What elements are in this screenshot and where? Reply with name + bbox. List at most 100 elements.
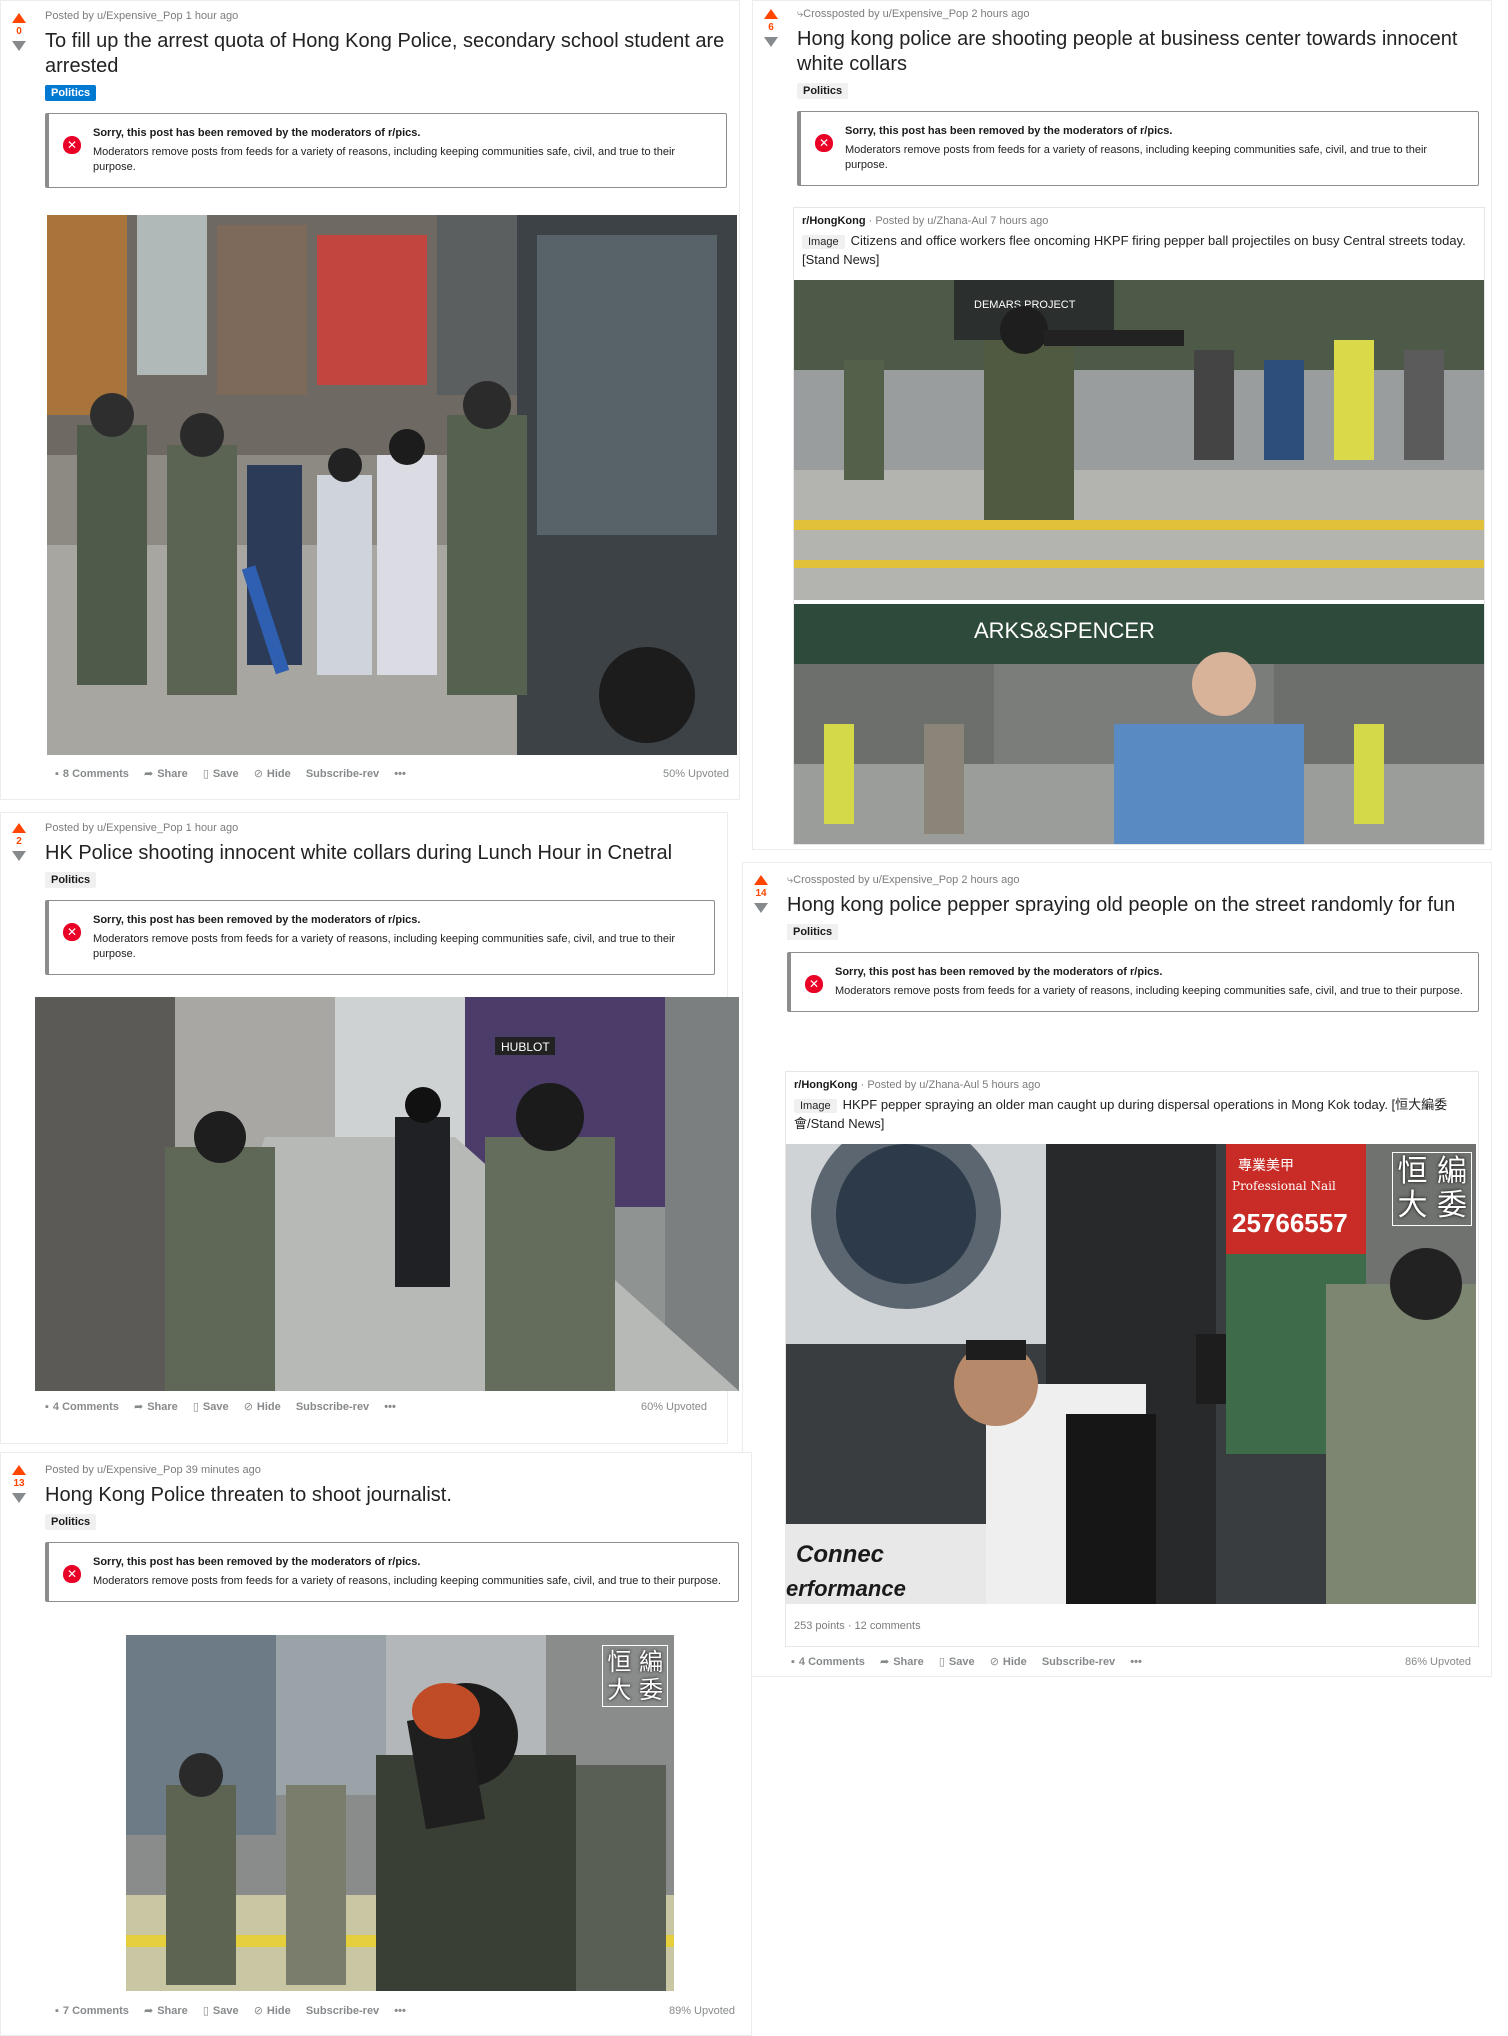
subscribe-button[interactable]: Subscribe-rev <box>306 2001 379 2021</box>
share-button[interactable]: ➦ Share <box>880 1652 924 1672</box>
post-flair[interactable]: Politics <box>45 1514 97 1530</box>
post-flair[interactable]: Politics <box>45 872 97 888</box>
downvote-icon[interactable] <box>12 1493 26 1503</box>
post-flair[interactable]: Politics <box>797 83 849 99</box>
crosspost-image-bottom[interactable]: ARKS&SPENCER <box>794 604 1484 844</box>
sign-text: Professional Nail <box>1232 1179 1336 1193</box>
post-meta[interactable]: Posted by u/Expensive_Pop 1 hour ago <box>45 821 715 835</box>
comment-icon: ▪ <box>55 2005 59 2017</box>
comments-button[interactable]: ▪ 7 Comments <box>55 2001 129 2021</box>
crosspost-meta: r/HongKong · Posted by u/Zhana-Aul 5 hou… <box>794 1079 1041 1091</box>
post-flair[interactable]: Politics <box>45 85 97 101</box>
comments-button[interactable]: ▪ 4 Comments <box>45 1397 119 1417</box>
post-title[interactable]: To fill up the arrest quota of Hong Kong… <box>45 29 727 79</box>
removed-notice-title: Sorry, this post has been removed by the… <box>835 966 1163 978</box>
removed-shield-icon: ✕ <box>805 975 823 993</box>
post-card: 0 Posted by u/Expensive_Pop 1 hour ago T… <box>0 0 740 800</box>
crosspost-embed[interactable]: r/HongKong · Posted by u/Zhana-Aul 5 hou… <box>785 1071 1479 1647</box>
post-title[interactable]: HK Police shooting innocent white collar… <box>45 841 715 866</box>
post-image[interactable] <box>47 215 737 755</box>
share-icon: ➦ <box>134 1401 144 1413</box>
removed-notice-text: Moderators remove posts from feeds for a… <box>835 985 1463 997</box>
post-meta[interactable]: ⤷Crossposted by u/Expensive_Pop 2 hours … <box>787 873 1479 887</box>
removed-notice: ✕ Sorry, this post has been removed by t… <box>45 113 727 188</box>
subscribe-button[interactable]: Subscribe-rev <box>306 764 379 784</box>
downvote-icon[interactable] <box>12 851 26 861</box>
post-flair[interactable]: Politics <box>787 924 839 940</box>
post-image[interactable]: 恒 編大 委 <box>126 1635 674 1991</box>
vote-column: 13 <box>1 1453 37 1503</box>
removed-notice-title: Sorry, this post has been removed by the… <box>93 127 421 139</box>
hide-button[interactable]: ⊘ Hide <box>254 2001 291 2021</box>
upvote-ratio: 60% Upvoted <box>640 1401 707 1413</box>
removed-notice: ✕ Sorry, this post has been removed by t… <box>797 111 1479 186</box>
downvote-icon[interactable] <box>754 903 768 913</box>
subscribe-button[interactable]: Subscribe-rev <box>1042 1652 1115 1672</box>
comments-button[interactable]: ▪ 4 Comments <box>791 1652 865 1672</box>
downvote-icon[interactable] <box>764 37 778 47</box>
crosspost-title[interactable]: Image HKPF pepper spraying an older man c… <box>786 1096 1478 1132</box>
crosspost-title[interactable]: Image Citizens and office workers flee on… <box>794 232 1484 268</box>
downvote-icon[interactable] <box>12 41 26 51</box>
crosspost-stats: 253 points · 12 comments <box>794 1620 921 1632</box>
upvote-ratio: 50% Upvoted <box>662 768 729 780</box>
upvote-icon[interactable] <box>12 1465 26 1475</box>
more-options-button[interactable]: ••• <box>384 1397 396 1417</box>
photo-store-sign: ARKS&SPENCER <box>974 618 1155 643</box>
removed-notice: ✕ Sorry, this post has been removed by t… <box>45 1542 739 1602</box>
post-actions: ▪ 8 Comments ➦ Share ▯ Save ⊘ Hide Subscribe… <box>55 764 729 784</box>
more-options-button[interactable]: ••• <box>394 764 406 784</box>
upvote-icon[interactable] <box>764 9 778 19</box>
removed-notice-text: Moderators remove posts from feeds for a… <box>93 1575 721 1587</box>
upvote-icon[interactable] <box>12 13 26 23</box>
share-button[interactable]: ➦ Share <box>144 764 188 784</box>
hide-icon: ⊘ <box>253 2005 263 2017</box>
post-title[interactable]: Hong kong police are shooting people at … <box>797 27 1479 77</box>
bookmark-icon: ▯ <box>192 1401 199 1413</box>
removed-notice: ✕ Sorry, this post has been removed by t… <box>45 900 715 975</box>
crosspost-embed[interactable]: r/HongKong · Posted by u/Zhana-Aul 7 hou… <box>793 207 1485 845</box>
crosspost-image-top[interactable]: DEMARS PROJECT <box>794 280 1484 600</box>
crosspost-tag: Image <box>802 235 845 249</box>
subscribe-button[interactable]: Subscribe-rev <box>296 1397 369 1417</box>
share-icon: ➦ <box>144 2005 154 2017</box>
share-button[interactable]: ➦ Share <box>134 1397 178 1417</box>
post-card: 14 ⤷Crossposted by u/Expensive_Pop 2 hou… <box>742 862 1492 1677</box>
comments-button[interactable]: ▪ 8 Comments <box>55 764 129 784</box>
vote-column: 2 <box>1 813 37 861</box>
save-button[interactable]: ▯ Save <box>203 2001 239 2021</box>
save-button[interactable]: ▯ Save <box>193 1397 229 1417</box>
share-button[interactable]: ➦ Share <box>144 2001 188 2021</box>
hide-button[interactable]: ⊘ Hide <box>990 1652 1027 1672</box>
crosspost-subreddit[interactable]: r/HongKong <box>794 1079 858 1091</box>
photo-store-sign: HUBLOT <box>501 1040 550 1054</box>
post-meta[interactable]: Posted by u/Expensive_Pop 39 minutes ago <box>45 1463 739 1477</box>
post-card: 13 Posted by u/Expensive_Pop 39 minutes … <box>0 1452 752 2036</box>
more-options-button[interactable]: ••• <box>394 2001 406 2021</box>
post-meta[interactable]: Posted by u/Expensive_Pop 1 hour ago <box>45 9 727 23</box>
upvote-icon[interactable] <box>12 823 26 833</box>
sign-text: 專業美甲 <box>1238 1158 1294 1174</box>
crosspost-image[interactable]: Connec erformance 專業美甲 Professional Nail… <box>786 1144 1476 1604</box>
more-options-button[interactable]: ••• <box>1130 1652 1142 1672</box>
post-title[interactable]: Hong Kong Police threaten to shoot journ… <box>45 1483 739 1508</box>
post-score: 0 <box>16 26 22 37</box>
hide-button[interactable]: ⊘ Hide <box>254 764 291 784</box>
share-icon: ➦ <box>880 1656 890 1668</box>
removed-notice-title: Sorry, this post has been removed by the… <box>93 1556 421 1568</box>
comment-icon: ▪ <box>55 768 59 780</box>
save-button[interactable]: ▯ Save <box>203 764 239 784</box>
post-card: 2 Posted by u/Expensive_Pop 1 hour ago H… <box>0 812 739 1444</box>
crosspost-meta: r/HongKong · Posted by u/Zhana-Aul 7 hou… <box>802 215 1049 227</box>
upvote-icon[interactable] <box>754 875 768 885</box>
post-image[interactable]: HUBLOT <box>35 997 739 1391</box>
post-title[interactable]: Hong kong police pepper spraying old peo… <box>787 893 1479 918</box>
removed-shield-icon: ✕ <box>63 923 81 941</box>
hide-button[interactable]: ⊘ Hide <box>244 1397 281 1417</box>
comment-icon: ▪ <box>791 1656 795 1668</box>
crosspost-subreddit[interactable]: r/HongKong <box>802 215 866 227</box>
post-score: 6 <box>768 22 774 33</box>
vote-column: 14 <box>743 863 779 913</box>
save-button[interactable]: ▯ Save <box>939 1652 975 1672</box>
post-meta[interactable]: ⤷Crossposted by u/Expensive_Pop 2 hours … <box>797 7 1479 21</box>
